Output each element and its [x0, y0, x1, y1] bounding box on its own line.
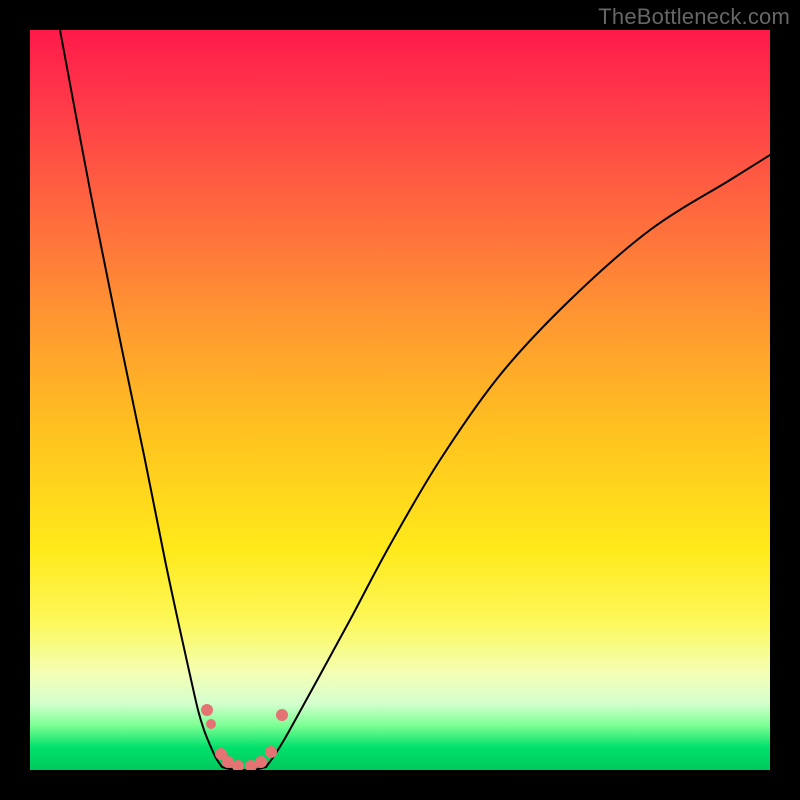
series-right-branch	[266, 155, 770, 767]
curve-lines	[60, 30, 770, 770]
valley-marker	[276, 709, 288, 721]
valley-marker	[201, 704, 213, 716]
plot-area	[30, 30, 770, 770]
valley-marker	[265, 746, 277, 758]
valley-marker	[206, 719, 216, 729]
curve-layer	[30, 30, 770, 770]
series-left-branch	[60, 30, 222, 767]
valley-markers	[201, 704, 288, 770]
watermark-text: TheBottleneck.com	[598, 4, 790, 30]
valley-marker	[255, 756, 267, 768]
chart-frame: TheBottleneck.com	[0, 0, 800, 800]
